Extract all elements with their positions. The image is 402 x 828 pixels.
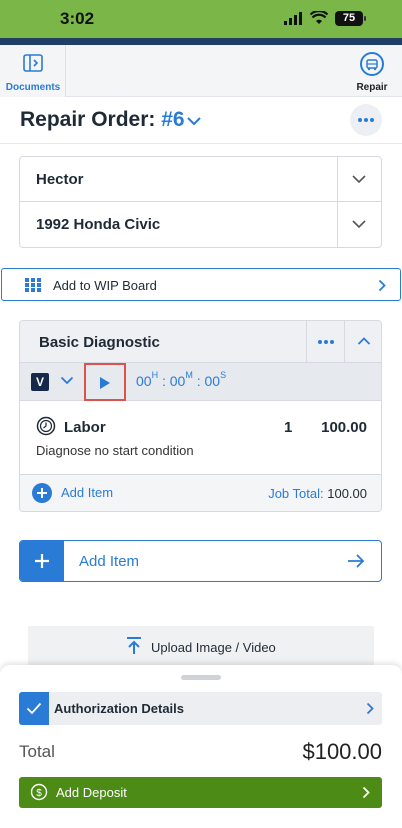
labor-line-item[interactable]: Labor 1 100.00 Diagnose no start conditi… (20, 401, 381, 475)
upload-label: Upload Image / Video (151, 640, 276, 655)
start-timer-button[interactable] (84, 363, 126, 401)
job-more-button[interactable] (306, 321, 344, 363)
chevron-up-icon (357, 337, 371, 345)
add-item-label: Add Item (79, 553, 140, 570)
play-icon (100, 377, 110, 389)
tab-documents-label: Documents (5, 82, 61, 93)
chevron-down-icon[interactable] (60, 376, 74, 385)
timer-seconds: 00 (204, 373, 221, 389)
vehicle-badge[interactable]: V (31, 373, 49, 391)
svg-text:$: $ (36, 788, 42, 799)
job-add-item-button[interactable]: Add Item (61, 485, 113, 500)
tab-repair-label: Repair (356, 82, 388, 93)
upload-media-button[interactable]: Upload Image / Video (28, 626, 374, 668)
job-footer: Add Item Job Total: 100.00 (20, 475, 381, 511)
more-dots-icon (358, 118, 374, 122)
tab-repair[interactable]: Repair (342, 45, 402, 97)
job-total: Job Total: 100.00 (268, 486, 367, 501)
timer-display: 00H : 00M : 00S (136, 370, 227, 389)
vehicle-select[interactable]: 1992 Honda Civic (20, 202, 381, 247)
status-time: 3:02 (60, 9, 95, 28)
divider (0, 143, 402, 144)
authorization-details-button[interactable]: Authorization Details (19, 692, 382, 725)
chevron-right-icon (378, 279, 386, 292)
labor-description: Diagnose no start condition (36, 443, 194, 458)
plus-box (20, 541, 64, 581)
timer-minutes-unit: M (185, 370, 193, 380)
timer-row: V 00H : 00M : 00S (20, 363, 381, 401)
clock-icon (36, 416, 56, 436)
labor-label: Labor (64, 419, 106, 436)
total-value: $100.00 (302, 739, 382, 764)
job-header: Basic Diagnostic (20, 321, 381, 363)
job-total-value: 100.00 (327, 486, 367, 501)
timer-seconds-unit: S (220, 370, 227, 380)
labor-quantity: 1 (284, 419, 293, 436)
cellular-signal-icon (284, 12, 302, 25)
timer-minutes: 00 (169, 373, 186, 389)
add-to-wip-board-button[interactable]: Add to WIP Board (1, 268, 401, 301)
timer-hours-unit: H (151, 370, 159, 380)
upload-icon (127, 637, 141, 654)
total-label: Total (19, 742, 55, 761)
add-circle-icon[interactable] (32, 483, 52, 503)
grid-icon (25, 278, 41, 292)
top-tabs: Documents Repair (0, 45, 402, 97)
customer-vehicle-selects: Hector 1992 Honda Civic (19, 156, 382, 248)
customer-select[interactable]: Hector (20, 157, 381, 202)
page-title: Repair Order: #6 (20, 108, 185, 132)
add-deposit-label: Add Deposit (56, 785, 127, 800)
repair-icon (360, 52, 384, 76)
authorization-label: Authorization Details (54, 701, 185, 716)
add-item-button[interactable]: Add Item (19, 540, 382, 582)
page-title-prefix: Repair Order: (20, 108, 156, 131)
sheet-drag-handle[interactable] (181, 675, 221, 680)
more-dots-icon (318, 340, 334, 344)
job-title: Basic Diagnostic (39, 334, 160, 351)
order-number[interactable]: #6 (161, 108, 184, 131)
check-icon (26, 702, 42, 715)
plus-icon (35, 554, 49, 568)
chevron-down-icon (352, 220, 366, 229)
timer-hours: 00 (136, 373, 152, 389)
add-deposit-button[interactable]: $ Add Deposit (19, 777, 382, 808)
vehicle-name: 1992 Honda Civic (36, 216, 161, 233)
job-total-label: Job Total: (268, 486, 324, 501)
customer-name: Hector (36, 171, 84, 188)
customer-dropdown-toggle[interactable] (337, 157, 381, 201)
arrow-right-icon (348, 554, 365, 568)
check-box (19, 692, 49, 725)
battery-icon: 75 (335, 11, 366, 26)
tab-documents[interactable]: Documents (0, 45, 66, 97)
job-collapse-button[interactable] (344, 321, 381, 363)
nav-stripe (0, 38, 402, 45)
chevron-right-icon (366, 702, 374, 715)
wifi-icon (310, 11, 328, 24)
chevron-down-icon[interactable] (186, 116, 202, 126)
vehicle-dropdown-toggle[interactable] (337, 202, 381, 247)
status-bar: 3:02 75 (0, 0, 402, 38)
labor-amount: 100.00 (321, 419, 367, 436)
bottom-sheet: Authorization Details Total $100.00 $ Ad… (0, 665, 402, 828)
job-card: Basic Diagnostic V 00H : 00M : 00S Labor… (19, 320, 382, 512)
documents-icon (23, 54, 43, 72)
dollar-coin-icon: $ (30, 783, 48, 801)
chevron-right-icon (362, 786, 370, 799)
more-options-button[interactable] (350, 104, 382, 136)
chevron-down-icon (352, 175, 366, 184)
wip-label: Add to WIP Board (53, 278, 157, 293)
